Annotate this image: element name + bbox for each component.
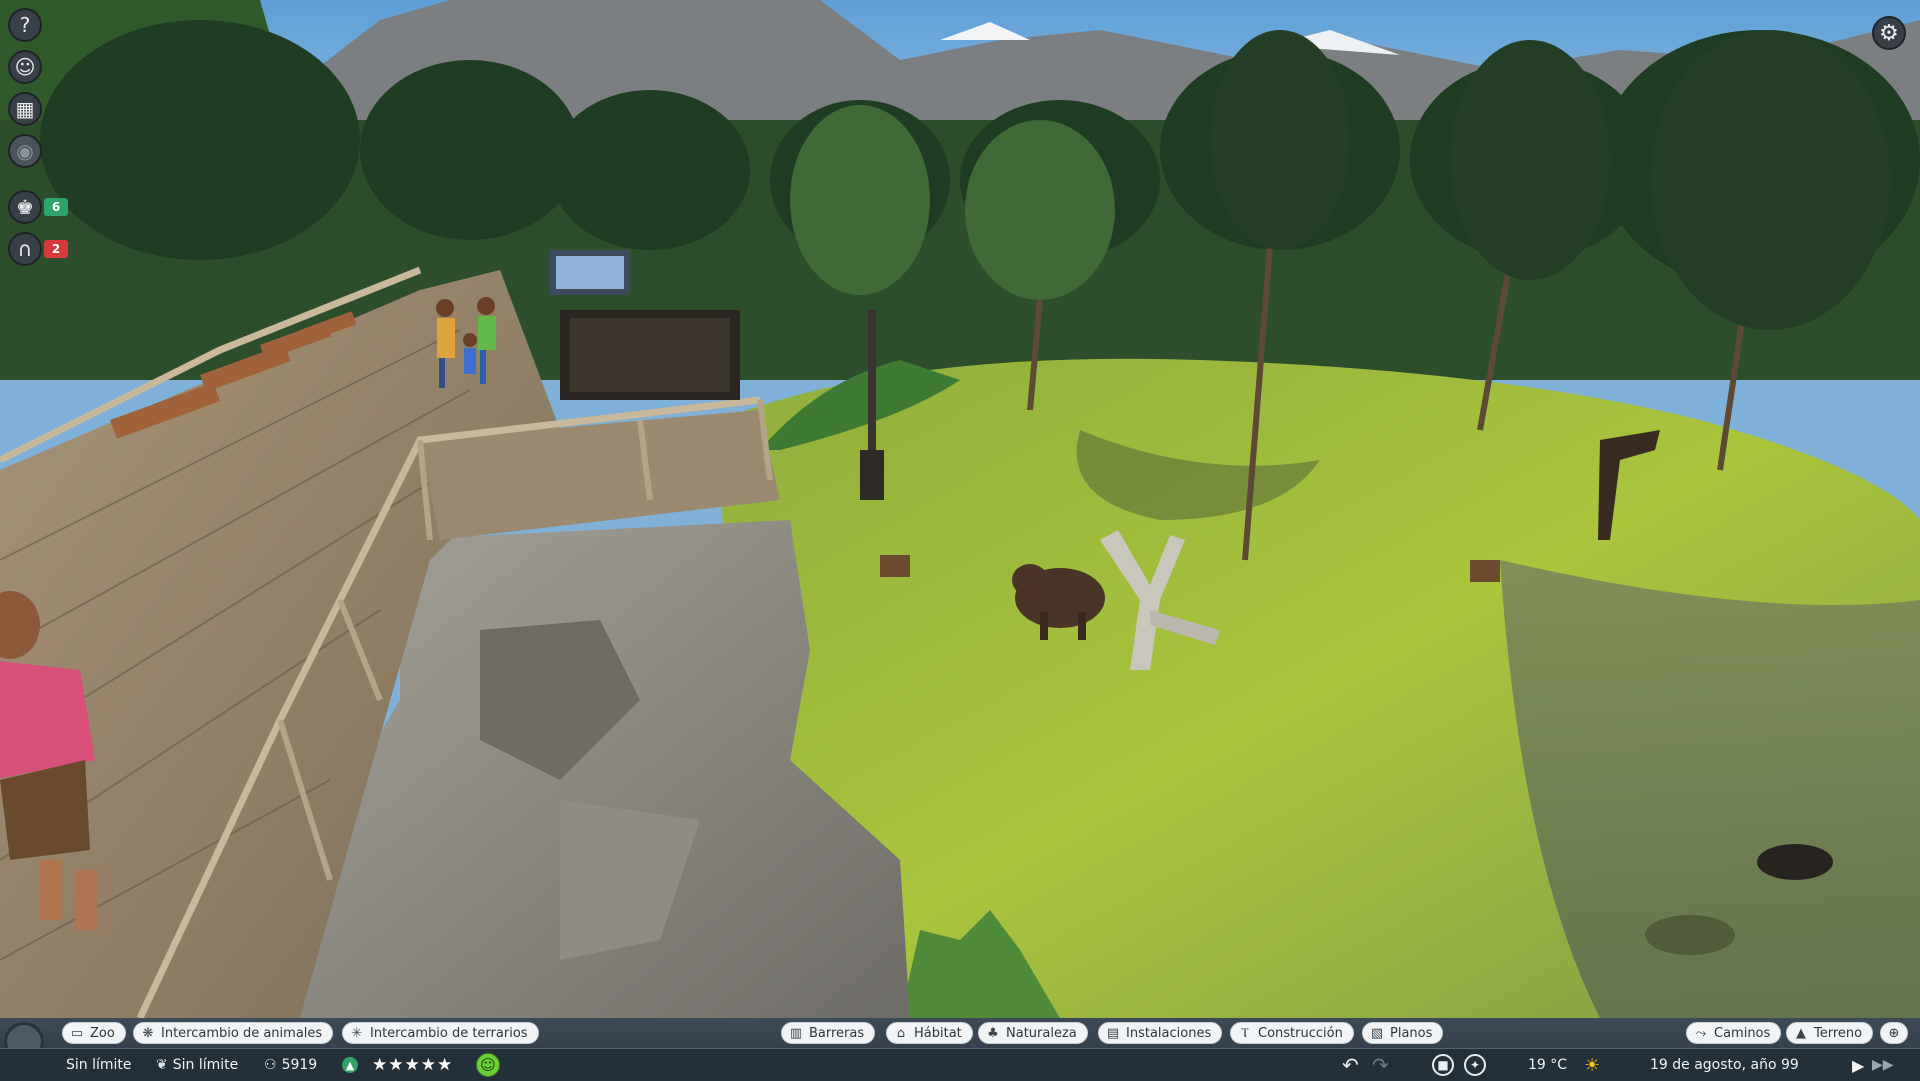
gear-icon: ⚙ xyxy=(1879,20,1899,46)
tab-construction-label: Construcción xyxy=(1258,1025,1343,1041)
building-icon: ▤ xyxy=(1106,1025,1120,1041)
settings-button[interactable]: ⚙ xyxy=(1872,16,1906,50)
target-icon: ⊕ xyxy=(1888,1025,1900,1041)
guests-icon: ⚇ xyxy=(264,1057,277,1073)
tab-barriers[interactable]: ▥ Barreras xyxy=(781,1022,876,1044)
tab-zoo[interactable]: ▭ Zoo xyxy=(62,1022,126,1044)
arch-icon: ∩ xyxy=(17,237,33,261)
zoo-rating[interactable]: ★★★★★ xyxy=(372,1049,453,1081)
help-button[interactable]: ? xyxy=(8,8,42,42)
happiness-indicator[interactable]: ☺ xyxy=(476,1049,500,1081)
tab-facilities[interactable]: ▤ Instalaciones xyxy=(1098,1022,1223,1044)
guests-button[interactable]: ∩ xyxy=(8,232,42,266)
tab-barriers-label: Barreras xyxy=(809,1025,865,1041)
temperature-value: 19 °C xyxy=(1528,1057,1568,1073)
redo-icon: ↷ xyxy=(1372,1053,1389,1077)
tab-habitat-label: Hábitat xyxy=(914,1025,962,1041)
bug-icon: ✳ xyxy=(351,1025,363,1041)
research-value: Sin límite xyxy=(172,1057,239,1073)
play-icon: ▶ xyxy=(1852,1055,1865,1075)
arrow-up-icon: ▲ xyxy=(342,1057,358,1073)
compass-icon: ✦ xyxy=(1464,1054,1486,1076)
question-icon: ? xyxy=(19,13,31,37)
leaf-icon: ❦ xyxy=(156,1057,168,1073)
bottom-bar: ▭ Zoo ❋ Intercambio de animales ✳ Interc… xyxy=(0,1018,1920,1081)
money-value: Sin límite xyxy=(66,1057,132,1073)
date-value: 19 de agosto, año 99 xyxy=(1650,1057,1799,1073)
habitat-icon: ⌂ xyxy=(896,1025,906,1041)
date-display: 19 de agosto, año 99 xyxy=(1650,1049,1799,1081)
zoo-scene xyxy=(0,0,1920,1018)
mountain-icon: ▲ xyxy=(1796,1025,1806,1041)
tab-nature[interactable]: ♣ Naturaleza xyxy=(978,1022,1088,1044)
tab-terrain-label: Terreno xyxy=(1814,1025,1863,1041)
status-bar: Sin límite ❦ Sin límite ⚇ 5919 ▲ ★★★★★ ☺… xyxy=(0,1048,1920,1081)
tree-icon: ♣ xyxy=(987,1025,999,1041)
temperature-display: 19 °C xyxy=(1528,1049,1567,1081)
tab-terrarium-trade[interactable]: ✳ Intercambio de terrarios xyxy=(342,1022,539,1044)
build-toolbar: ▭ Zoo ❋ Intercambio de animales ✳ Interc… xyxy=(0,1018,1920,1048)
guests-trend: ▲ xyxy=(342,1049,358,1081)
fast-forward-icon: ▶▶ xyxy=(1872,1057,1894,1073)
undo-icon: ↶ xyxy=(1342,1053,1359,1077)
tab-nature-label: Naturaleza xyxy=(1006,1025,1077,1041)
path-icon: ⤳ xyxy=(1695,1025,1707,1041)
calendar-button[interactable]: ▦ xyxy=(8,92,42,126)
animals-button[interactable]: ☺ xyxy=(8,50,42,84)
chess-king-icon: ♚ xyxy=(16,195,34,219)
game-viewport[interactable] xyxy=(0,0,1920,1018)
fence-icon: ▥ xyxy=(789,1025,803,1041)
guests-count-badge: 2 xyxy=(44,240,68,258)
tab-blueprints-label: Planos xyxy=(1390,1025,1433,1041)
tab-blueprints[interactable]: ▧ Planos xyxy=(1362,1022,1444,1044)
blueprint-icon: ▧ xyxy=(1370,1025,1384,1041)
guests-display[interactable]: ⚇ 5919 xyxy=(264,1049,317,1081)
guests-value: 5919 xyxy=(281,1057,318,1073)
animal-face-icon: ☺ xyxy=(14,55,36,79)
pillar-icon: Ⲧ xyxy=(1241,1025,1249,1041)
tab-construction[interactable]: Ⲧ Construcción xyxy=(1230,1022,1354,1044)
sun-icon: ☀ xyxy=(1584,1054,1601,1076)
tab-zoo-label: Zoo xyxy=(90,1025,115,1041)
camera-icon: ■ xyxy=(1432,1054,1454,1076)
zoo-icon: ▭ xyxy=(70,1025,84,1041)
camera-mode-button[interactable]: ■ xyxy=(1432,1049,1454,1081)
rating-stars: ★★★★★ xyxy=(372,1055,454,1075)
staff-count-badge: 6 xyxy=(44,198,68,216)
weather-display: ☀ xyxy=(1584,1049,1600,1081)
calendar-icon: ▦ xyxy=(15,97,35,121)
redo-button[interactable]: ↷ xyxy=(1372,1049,1389,1081)
tab-facilities-label: Instalaciones xyxy=(1126,1025,1212,1041)
eye-icon: ◉ xyxy=(16,139,34,163)
tab-terrain[interactable]: ▲ Terreno xyxy=(1786,1022,1874,1044)
tab-paths-label: Caminos xyxy=(1714,1025,1771,1041)
research-display[interactable]: ❦ Sin límite xyxy=(156,1049,238,1081)
paw-icon: ❋ xyxy=(142,1025,154,1041)
speed-normal-button[interactable]: ▶ xyxy=(1852,1049,1864,1081)
tab-paths[interactable]: ⤳ Caminos xyxy=(1686,1022,1782,1044)
tab-animal-trade-label: Intercambio de animales xyxy=(161,1025,323,1041)
tab-terrarium-trade-label: Intercambio de terrarios xyxy=(370,1025,528,1041)
staff-button[interactable]: ♚ xyxy=(8,190,42,224)
tab-habitat[interactable]: ⌂ Hábitat xyxy=(886,1022,973,1044)
smiley-icon: ☺ xyxy=(476,1053,500,1077)
more-tools-button[interactable]: ⊕ xyxy=(1880,1022,1908,1044)
undo-button[interactable]: ↶ xyxy=(1342,1049,1359,1081)
money-display[interactable]: Sin límite xyxy=(66,1049,132,1081)
speed-fast-button[interactable]: ▶▶ xyxy=(1872,1049,1894,1081)
tab-animal-trade[interactable]: ❋ Intercambio de animales xyxy=(133,1022,334,1044)
overlay-button[interactable]: ✦ xyxy=(1464,1049,1486,1081)
visibility-button[interactable]: ◉ xyxy=(8,134,42,168)
